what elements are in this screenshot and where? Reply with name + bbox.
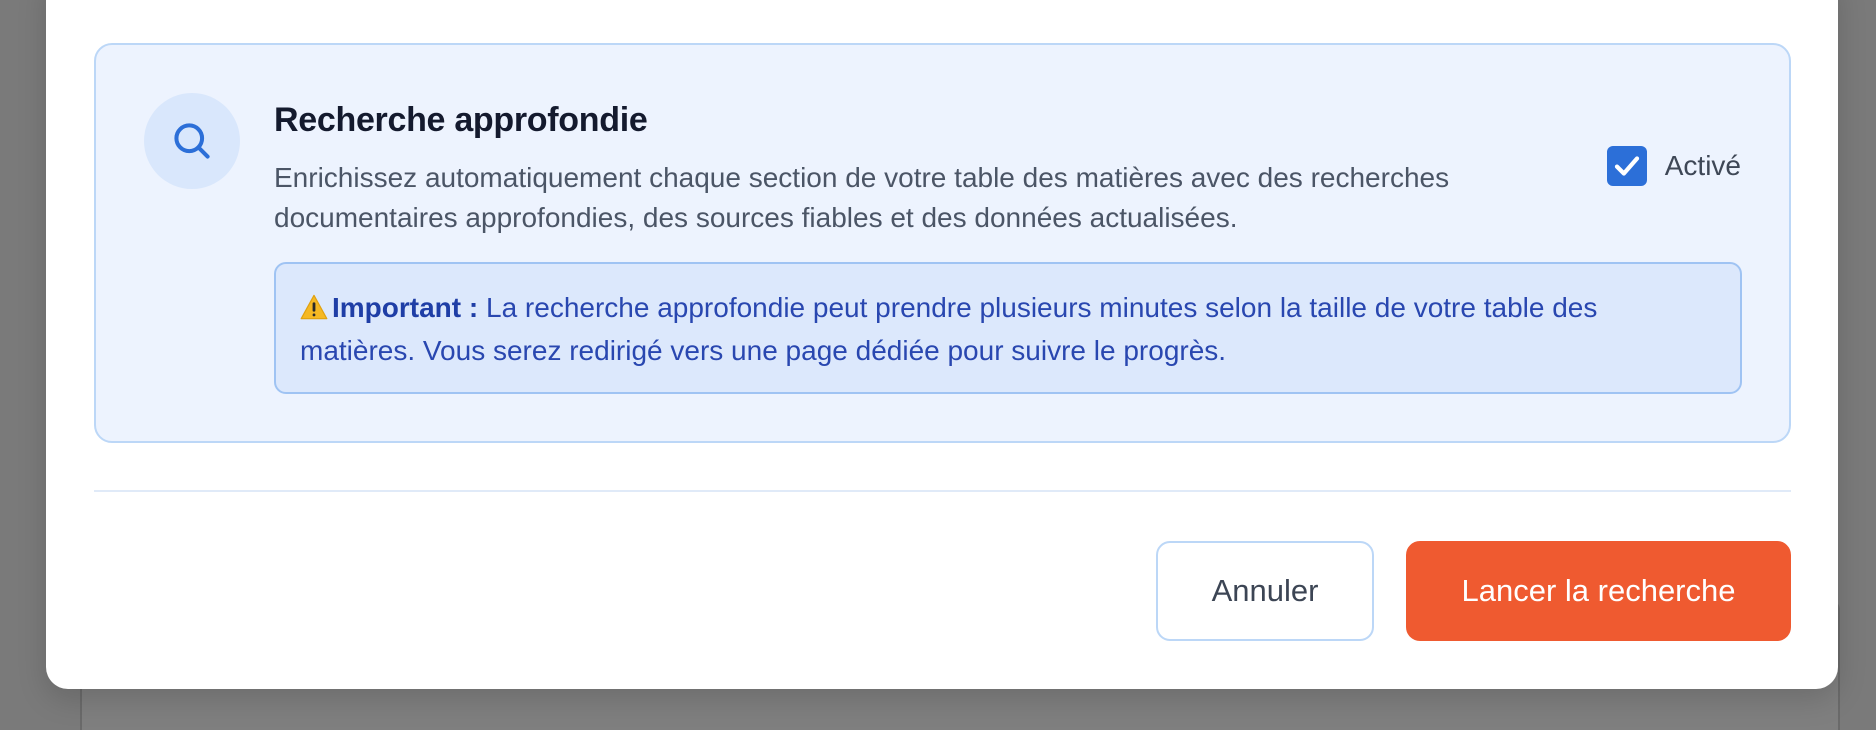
- cancel-button[interactable]: Annuler: [1156, 541, 1374, 641]
- enabled-checkbox[interactable]: [1606, 146, 1647, 186]
- deep-research-modal: Recherche approfondie Enrichissez automa…: [46, 0, 1838, 689]
- deep-research-panel: Recherche approfondie Enrichissez automa…: [94, 43, 1791, 443]
- panel-title: Recherche approfondie: [274, 101, 648, 139]
- important-label: Important :: [332, 292, 479, 323]
- checkmark-icon: [1614, 156, 1639, 176]
- warning-icon: [300, 291, 328, 331]
- important-notice: Important : La recherche approfondie peu…: [274, 262, 1742, 394]
- search-icon-badge: [144, 93, 240, 189]
- search-icon: [174, 123, 210, 159]
- launch-research-button[interactable]: Lancer la recherche: [1406, 541, 1791, 641]
- panel-description: Enrichissez automatiquement chaque secti…: [274, 162, 1450, 233]
- important-text: La recherche approfondie peut prendre pl…: [300, 292, 1598, 366]
- deep-research-toggle[interactable]: Activé: [1606, 146, 1741, 186]
- enabled-label: Activé: [1664, 150, 1741, 181]
- footer-divider: [94, 490, 1791, 492]
